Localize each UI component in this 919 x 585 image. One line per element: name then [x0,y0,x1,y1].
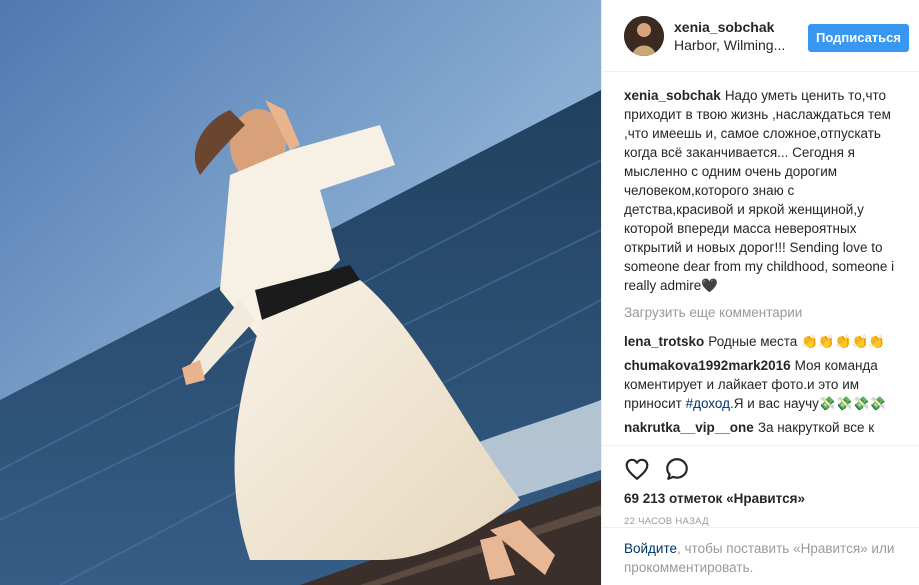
load-more-comments[interactable]: Загрузить еще комментарии [624,303,899,322]
comment-text-after: .Я и вас научу💸💸💸💸 [730,396,887,411]
comment-hashtag[interactable]: #доход [686,396,730,411]
post-sidebar: xenia_sobchak Harbor, Wilming... Подписа… [601,0,919,585]
comment-author[interactable]: lena_trotsko [624,334,704,349]
instagram-post: xenia_sobchak Harbor, Wilming... Подписа… [0,0,919,585]
post-photo[interactable] [0,0,601,585]
heart-icon[interactable] [624,456,650,482]
post-header: xenia_sobchak Harbor, Wilming... Подписа… [602,0,919,72]
comment-item: nakrutka__vip__one За накруткой все к [624,418,899,437]
caption-text: Надо уметь ценить то,что приходит в твою… [624,88,895,293]
post-actions: 69 213 отметок «Нравится» 22 часов назад… [602,445,919,585]
avatar[interactable] [624,15,664,56]
photo-illustration [0,0,601,585]
caption-author[interactable]: xenia_sobchak [624,88,721,103]
comment-text: Родные места 👏👏👏👏👏 [708,334,886,349]
login-link[interactable]: Войдите [624,541,677,556]
follow-button[interactable]: Подписаться [807,24,909,52]
comment-author[interactable]: nakrutka__vip__one [624,420,754,435]
caption: xenia_sobchak Надо уметь ценить то,что пр… [624,86,899,295]
header-location[interactable]: Harbor, Wilming... [674,36,792,54]
comment-author[interactable]: chumakova1992mark2016 [624,358,791,373]
comment-bubble-icon[interactable] [664,456,690,482]
likes-count[interactable]: 69 213 отметок «Нравится» [624,490,899,508]
avatar-image [624,15,664,56]
action-icons [624,446,899,486]
comment-item: lena_trotsko Родные места 👏👏👏👏👏 [624,332,899,351]
login-prompt: Войдите, чтобы поставить «Нравится» или … [602,527,919,585]
comments-section: xenia_sobchak Надо уметь ценить то,что пр… [602,72,919,445]
post-timestamp[interactable]: 22 часов назад [624,516,899,527]
comment-text: За накруткой все к [757,420,875,435]
comment-item: chumakova1992mark2016 Моя команда коменти… [624,356,899,413]
